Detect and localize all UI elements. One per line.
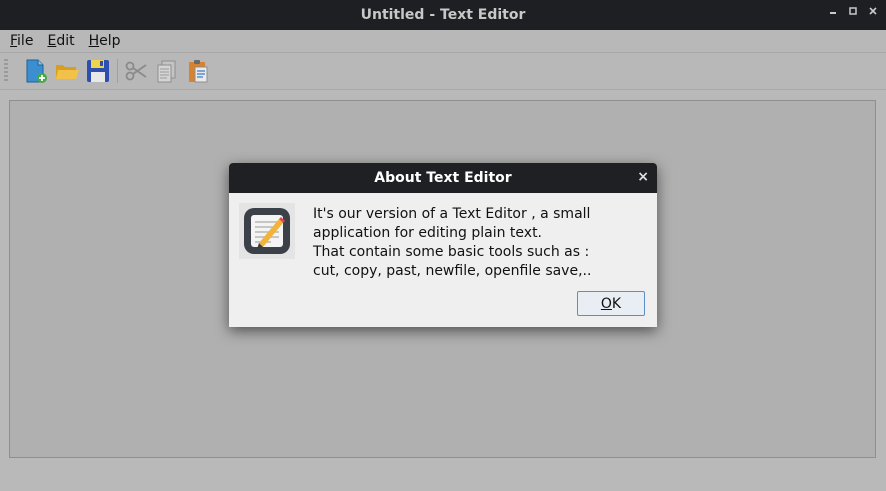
dialog-title: About Text Editor bbox=[374, 170, 512, 186]
open-file-button[interactable] bbox=[53, 57, 81, 85]
copy-button[interactable] bbox=[153, 57, 181, 85]
menu-edit[interactable]: Edit bbox=[47, 33, 74, 49]
about-dialog: About Text Editor × It's our version of … bbox=[229, 163, 657, 327]
dialog-message-line: It's our version of a Text Editor , a sm… bbox=[313, 206, 591, 222]
copy-icon bbox=[157, 60, 176, 83]
window-titlebar: Untitled - Text Editor bbox=[0, 0, 886, 30]
save-button[interactable] bbox=[84, 57, 112, 85]
dialog-message-line: cut, copy, past, newfile, openfile save,… bbox=[313, 263, 592, 279]
window-title: Untitled - Text Editor bbox=[360, 7, 526, 23]
minimize-icon[interactable] bbox=[828, 6, 838, 20]
toolbar-separator bbox=[117, 59, 118, 83]
dialog-message-line: That contain some basic tools such as : bbox=[313, 244, 590, 260]
ok-button-label: OK bbox=[600, 295, 622, 312]
menubar: File Edit Help bbox=[0, 30, 886, 52]
toolbar-grip[interactable] bbox=[4, 59, 8, 83]
toolbar bbox=[0, 52, 886, 90]
dialog-message-line: application for editing plain text. bbox=[313, 225, 543, 241]
menu-file[interactable]: File bbox=[10, 33, 33, 49]
dialog-titlebar: About Text Editor × bbox=[229, 163, 657, 193]
paste-icon bbox=[189, 60, 208, 83]
open-folder-icon bbox=[56, 65, 79, 79]
dialog-close-button[interactable]: × bbox=[637, 170, 649, 184]
cut-icon bbox=[125, 61, 147, 81]
window-controls bbox=[828, 6, 878, 20]
new-file-icon bbox=[26, 59, 47, 83]
text-editor-app-icon bbox=[239, 203, 295, 259]
maximize-icon[interactable] bbox=[848, 6, 858, 20]
menu-help[interactable]: Help bbox=[89, 33, 121, 49]
cut-button[interactable] bbox=[122, 57, 150, 85]
paste-button[interactable] bbox=[184, 57, 212, 85]
ok-button[interactable]: OK bbox=[577, 291, 645, 316]
close-icon[interactable] bbox=[868, 6, 878, 20]
dialog-message: It's our version of a Text Editor , a sm… bbox=[313, 205, 643, 281]
new-file-button[interactable] bbox=[22, 57, 50, 85]
save-icon bbox=[87, 60, 109, 82]
